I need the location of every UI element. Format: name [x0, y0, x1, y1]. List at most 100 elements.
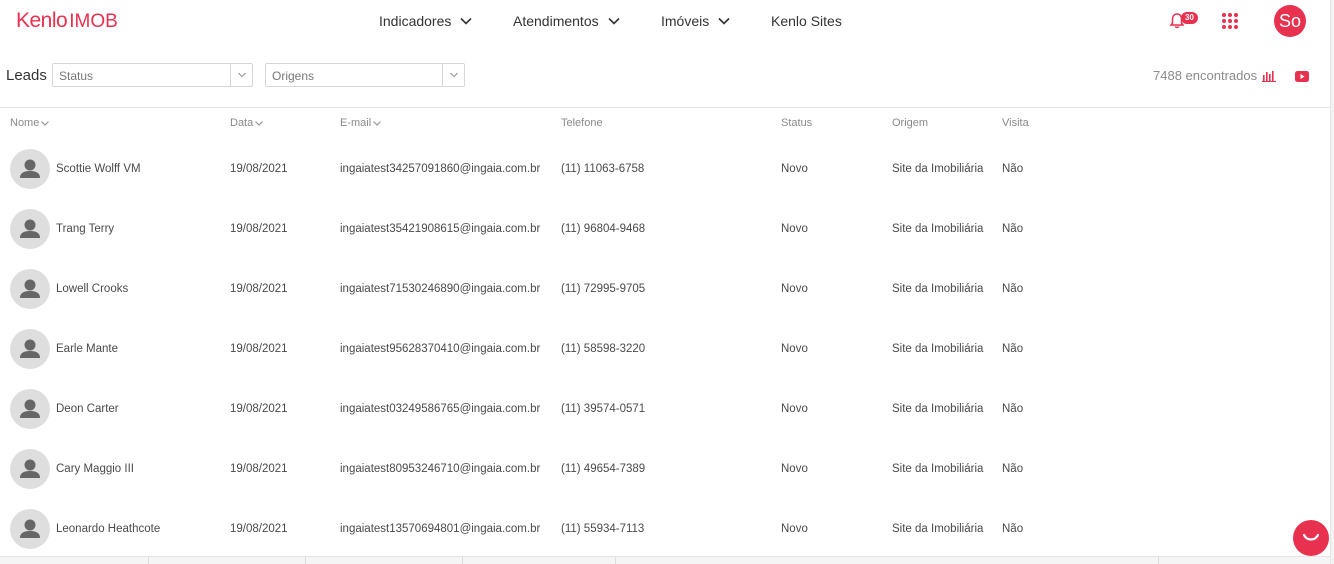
lead-phone: (11) 49654-7389 — [561, 463, 646, 475]
lead-status: Novo — [781, 523, 808, 535]
lead-origem: Site da Imobiliária — [892, 163, 984, 175]
chevron-down-icon — [442, 64, 464, 86]
lead-status: Novo — [781, 463, 808, 475]
lead-avatar — [10, 269, 50, 309]
origens-select[interactable]: Origens — [265, 63, 465, 87]
lead-origem: Site da Imobiliária — [892, 403, 984, 415]
lead-origem: Site da Imobiliária — [892, 463, 984, 475]
chat-support-button[interactable] — [1293, 520, 1329, 556]
lead-name[interactable]: Lowell Crooks — [56, 283, 128, 295]
column-label: Visita — [1002, 117, 1029, 129]
lead-phone: (11) 39574-0571 — [561, 403, 646, 415]
lead-avatar — [10, 389, 50, 429]
lead-email: ingaiatest71530246890@ingaia.com.br — [340, 283, 541, 295]
table-row[interactable]: Cary Maggio III 19/08/2021 ingaiatest809… — [0, 439, 1330, 499]
nav-kenlo-sites-label: Kenlo Sites — [771, 13, 842, 29]
column-header-telefone: Telefone — [561, 117, 603, 129]
person-icon — [20, 159, 40, 178]
lead-visita: Não — [1002, 343, 1024, 355]
chevron-down-icon — [718, 17, 730, 25]
lead-date: 19/08/2021 — [230, 343, 288, 355]
lead-origem: Site da Imobiliária — [892, 223, 984, 235]
person-icon — [20, 339, 40, 358]
column-label: Origem — [892, 117, 929, 129]
horizontal-scrollbar[interactable] — [0, 556, 1330, 564]
lead-phone: (11) 11063-6758 — [561, 163, 645, 175]
table-row[interactable]: Trang Terry 19/08/2021 ingaiatest3542190… — [0, 199, 1330, 259]
lead-date: 19/08/2021 — [230, 403, 288, 415]
column-header-nome[interactable]: Nome — [10, 117, 50, 129]
apps-grid-icon[interactable] — [1222, 13, 1238, 29]
lead-visita: Não — [1002, 163, 1024, 175]
youtube-icon[interactable] — [1295, 71, 1309, 82]
lead-phone: (11) 55934-7113 — [561, 523, 645, 535]
notification-badge: 30 — [1181, 12, 1198, 24]
nav-indicadores-label: Indicadores — [379, 13, 452, 29]
lead-name[interactable]: Trang Terry — [56, 223, 114, 235]
lead-name[interactable]: Leonardo Heathcote — [56, 523, 160, 535]
column-header-origem: Origem — [892, 117, 928, 129]
results-count: 7488 encontrados — [1153, 68, 1258, 83]
lead-email: ingaiatest13570694801@ingaia.com.br — [340, 523, 541, 535]
person-icon — [20, 219, 40, 238]
logo-brand: Kenlo — [16, 9, 68, 32]
chat-smile-icon — [1302, 533, 1320, 541]
table-row[interactable]: Scottie Wolff VM 19/08/2021 ingaiatest34… — [0, 139, 1330, 199]
lead-status: Novo — [781, 163, 808, 175]
kenlo-imob-logo[interactable]: Kenlo IMOB — [16, 9, 118, 33]
lead-name[interactable]: Deon Carter — [56, 403, 119, 415]
lead-date: 19/08/2021 — [230, 463, 288, 475]
status-select[interactable]: Status — [52, 63, 253, 87]
lead-status: Novo — [781, 223, 808, 235]
table-row[interactable]: Leonardo Heathcote 19/08/2021 ingaiatest… — [0, 499, 1330, 559]
lead-name[interactable]: Scottie Wolff VM — [56, 163, 141, 175]
lead-email: ingaiatest80953246710@ingaia.com.br — [340, 463, 541, 475]
lead-name[interactable]: Earle Mante — [56, 343, 118, 355]
nav-indicadores[interactable]: Indicadores — [379, 13, 473, 29]
nav-atendimentos-label: Atendimentos — [513, 13, 599, 29]
bar-chart-icon[interactable] — [1262, 70, 1276, 82]
lead-status: Novo — [781, 283, 808, 295]
column-header-data[interactable]: Data — [230, 117, 264, 129]
table-row[interactable]: Deon Carter 19/08/2021 ingaiatest0324958… — [0, 379, 1330, 439]
header-divider — [0, 107, 1330, 108]
chevron-down-icon — [255, 121, 264, 126]
person-icon — [20, 399, 40, 418]
person-icon — [20, 519, 40, 538]
lead-phone: (11) 96804-9468 — [561, 223, 646, 235]
lead-avatar — [10, 149, 50, 189]
nav-atendimentos[interactable]: Atendimentos — [513, 13, 621, 29]
lead-visita: Não — [1002, 283, 1024, 295]
lead-phone: (11) 58598-3220 — [561, 343, 646, 355]
status-select-placeholder: Status — [59, 69, 94, 83]
vertical-scrollbar[interactable] — [1330, 0, 1334, 564]
column-label: E-mail — [340, 117, 372, 129]
chevron-down-icon — [41, 121, 50, 126]
lead-date: 19/08/2021 — [230, 523, 288, 535]
table-row[interactable]: Earle Mante 19/08/2021 ingaiatest9562837… — [0, 319, 1330, 379]
user-avatar[interactable]: So — [1274, 5, 1306, 37]
lead-status: Novo — [781, 403, 808, 415]
column-label: Status — [781, 117, 813, 129]
lead-origem: Site da Imobiliária — [892, 523, 984, 535]
lead-visita: Não — [1002, 223, 1024, 235]
lead-avatar — [10, 509, 50, 549]
lead-visita: Não — [1002, 463, 1024, 475]
column-label: Telefone — [561, 117, 603, 129]
nav-imoveis-label: Imóveis — [661, 13, 710, 29]
table-row[interactable]: Lowell Crooks 19/08/2021 ingaiatest71530… — [0, 259, 1330, 319]
lead-name[interactable]: Cary Maggio III — [56, 463, 134, 475]
nav-kenlo-sites[interactable]: Kenlo Sites — [771, 13, 842, 29]
lead-visita: Não — [1002, 523, 1024, 535]
lead-email: ingaiatest34257091860@ingaia.com.br — [340, 163, 541, 175]
lead-origem: Site da Imobiliária — [892, 343, 984, 355]
lead-avatar — [10, 329, 50, 369]
page-title: Leads — [6, 67, 47, 84]
lead-email: ingaiatest35421908615@ingaia.com.br — [340, 223, 541, 235]
column-header-email[interactable]: E-mail — [340, 117, 382, 129]
lead-avatar — [10, 449, 50, 489]
logo-product: IMOB — [69, 11, 118, 32]
lead-visita: Não — [1002, 403, 1024, 415]
nav-imoveis[interactable]: Imóveis — [661, 13, 731, 29]
lead-date: 19/08/2021 — [230, 223, 288, 235]
